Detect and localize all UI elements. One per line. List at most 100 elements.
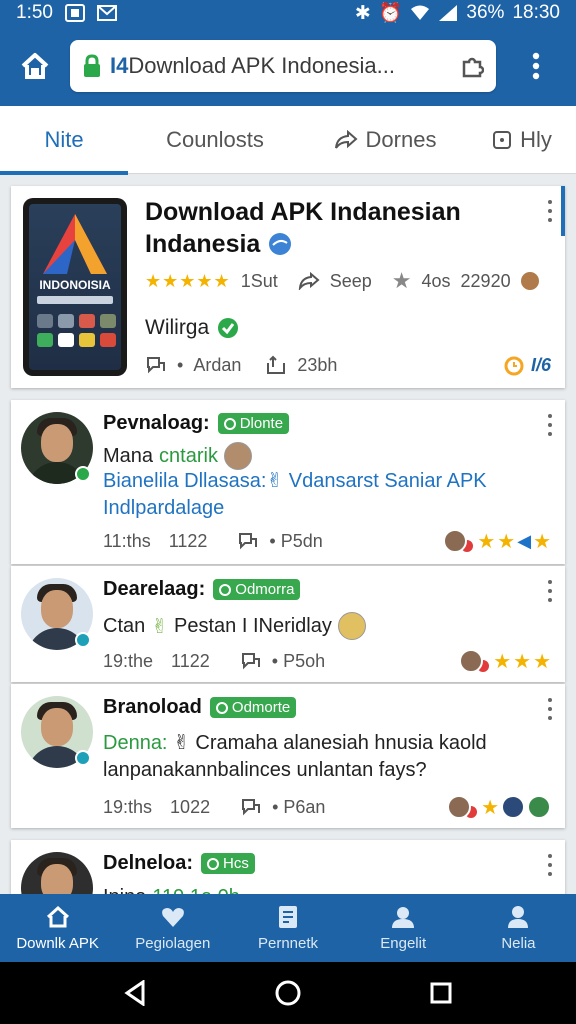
post-author[interactable]: Pevnaloag: Dlonte xyxy=(103,412,290,435)
reactions[interactable]: ★ ★ ★ xyxy=(459,648,551,674)
title-line-2-row: Indanesia xyxy=(145,228,535,260)
post-card[interactable]: Delneloa: Hcs Inina 119 1a 0b xyxy=(11,840,565,894)
reactions[interactable]: ★ xyxy=(447,794,551,820)
download-count: 22920 xyxy=(460,270,511,291)
nav-engelit[interactable]: Engelit xyxy=(346,894,461,962)
overflow-menu-button[interactable] xyxy=(496,26,576,106)
share-icon xyxy=(334,130,358,149)
tab-label: Counlosts xyxy=(166,127,264,152)
verified-icon xyxy=(218,318,239,338)
reactions[interactable]: ★ ★ ◀ ★ xyxy=(443,528,551,554)
tab-label: Dornes xyxy=(365,127,437,152)
post-count: 1122 xyxy=(171,650,210,671)
subtitle-b: Pestan I INeridlay xyxy=(174,614,332,637)
status-badge: Hcs xyxy=(201,853,255,874)
featured-title[interactable]: Download APK Indanesian Indanesia xyxy=(145,196,535,260)
star-icon: ★ xyxy=(481,796,499,819)
badge-label: Hcs xyxy=(223,855,249,872)
tab-label: Nite xyxy=(44,127,84,152)
home-button[interactable] xyxy=(0,26,70,106)
badge-icon xyxy=(207,857,220,870)
nav-label: Pernnetk xyxy=(257,934,319,952)
feed[interactable]: INDONOISIA Download APK Indanesian Indan… xyxy=(0,174,576,894)
tab-counlosts[interactable]: Counlosts xyxy=(128,106,302,174)
app-thumbnail[interactable]: INDONOISIA xyxy=(23,198,127,376)
post-time: 19:the xyxy=(103,650,154,671)
subtitle-a: Ctan xyxy=(103,614,146,637)
featured-badge: I/6 xyxy=(503,354,551,376)
post-card[interactable]: Pevnaloag: Dlonte Mana cntarik Bianelila… xyxy=(11,400,565,564)
bluetooth-icon: ✱ xyxy=(354,2,371,24)
user-icon xyxy=(508,905,529,928)
featured-author[interactable]: Wilirga xyxy=(145,316,239,340)
post-time: 11:ths xyxy=(103,530,151,551)
mini-avatar xyxy=(337,612,366,640)
reactor-avatar xyxy=(459,649,484,673)
comment-icon[interactable] xyxy=(240,651,262,671)
post-card[interactable]: Dearelaag: Odmorra Ctan ✌ Pestan I INeri… xyxy=(11,566,565,682)
star-icon: ★ xyxy=(533,650,551,673)
app-icon-grid xyxy=(37,314,116,347)
app-screen: INDONOISIA xyxy=(29,204,121,370)
square-icon xyxy=(493,131,512,149)
avatar[interactable] xyxy=(21,852,93,894)
featured-app-card[interactable]: INDONOISIA Download APK Indanesian Indan… xyxy=(11,186,565,388)
notification-icon xyxy=(64,4,85,22)
comment-icon[interactable] xyxy=(237,531,259,551)
featured-meta: ★★★★★ 1Sut Seep ★ 4os 22920 xyxy=(145,268,539,294)
comment-icon[interactable] xyxy=(240,797,262,817)
post-author[interactable]: Dearelaag: Odmorra xyxy=(103,578,301,601)
reactor-avatar xyxy=(447,795,472,819)
reactor-avatar xyxy=(527,795,551,819)
tab-dornes[interactable]: Dornes xyxy=(302,106,468,174)
verified-icon xyxy=(75,632,91,648)
rating-label: 1Sut xyxy=(240,270,278,291)
reactor-avatar xyxy=(501,795,525,819)
puzzle-icon[interactable] xyxy=(460,54,484,78)
address-bar[interactable]: I4Download APK Indonesia... xyxy=(70,40,496,92)
subtitle-a: Mana xyxy=(103,444,154,467)
nav-pernnetk[interactable]: Pernnetk xyxy=(230,894,345,962)
post-menu-button[interactable] xyxy=(547,580,553,602)
repost-label: • P5oh xyxy=(271,650,326,671)
star-icon: ★ xyxy=(497,530,516,553)
bottom-navigation: Downlk APK Pegiolagen Pernnetk Engelit N… xyxy=(0,894,576,962)
verified-icon xyxy=(75,750,91,766)
nav-pegiolagen[interactable]: Pegiolagen xyxy=(115,894,230,962)
peace-icon: ✌ xyxy=(151,615,169,638)
recents-icon[interactable] xyxy=(429,981,453,1005)
star-icon: ★ xyxy=(391,268,412,293)
post-card[interactable]: Branoload Odmorte Denna: ✌ Cramaha alane… xyxy=(11,684,565,828)
post-link[interactable]: Bianelila Dllasasa:✌ Vdansarst Saniar AP… xyxy=(103,468,523,522)
home-icon xyxy=(21,53,49,79)
mention[interactable]: Denna: xyxy=(103,732,168,754)
nav-label: Downlk APK xyxy=(16,934,99,952)
post-menu-button[interactable] xyxy=(547,854,553,876)
post-author[interactable]: Branoload Odmorte xyxy=(103,696,297,719)
status-badge: Odmorra xyxy=(213,579,301,600)
tab-nite[interactable]: Nite xyxy=(0,106,128,175)
back-icon[interactable] xyxy=(123,980,147,1006)
status-time: 1:50 xyxy=(16,2,53,23)
tab-hly[interactable]: Hly xyxy=(468,106,576,174)
star-count: 4os xyxy=(421,270,451,291)
post-footer: 11:ths 1122 • P5dn ★ ★ ◀ ★ xyxy=(103,528,551,554)
share-icon[interactable] xyxy=(298,272,320,290)
upload-icon[interactable] xyxy=(265,355,287,375)
tab-label: Hly xyxy=(520,127,552,152)
comment-icon[interactable] xyxy=(145,355,167,375)
wifi-icon xyxy=(411,5,430,20)
author-name: Delneloa: xyxy=(103,852,194,874)
post-author[interactable]: Delneloa: Hcs xyxy=(103,852,255,875)
nav-nelia[interactable]: Nelia xyxy=(461,894,576,962)
nav-downlk-apk[interactable]: Downlk APK xyxy=(0,894,115,962)
card-menu-button[interactable] xyxy=(547,200,553,222)
url-prefix: I4 xyxy=(110,53,129,78)
repost-label: Ardan xyxy=(193,354,242,375)
post-menu-button[interactable] xyxy=(547,698,553,720)
alarm-icon: ⏰ xyxy=(378,3,403,24)
mini-avatar xyxy=(223,442,252,470)
post-menu-button[interactable] xyxy=(547,414,553,436)
post-count: 1122 xyxy=(168,530,208,551)
home-circle-icon[interactable] xyxy=(274,979,302,1007)
